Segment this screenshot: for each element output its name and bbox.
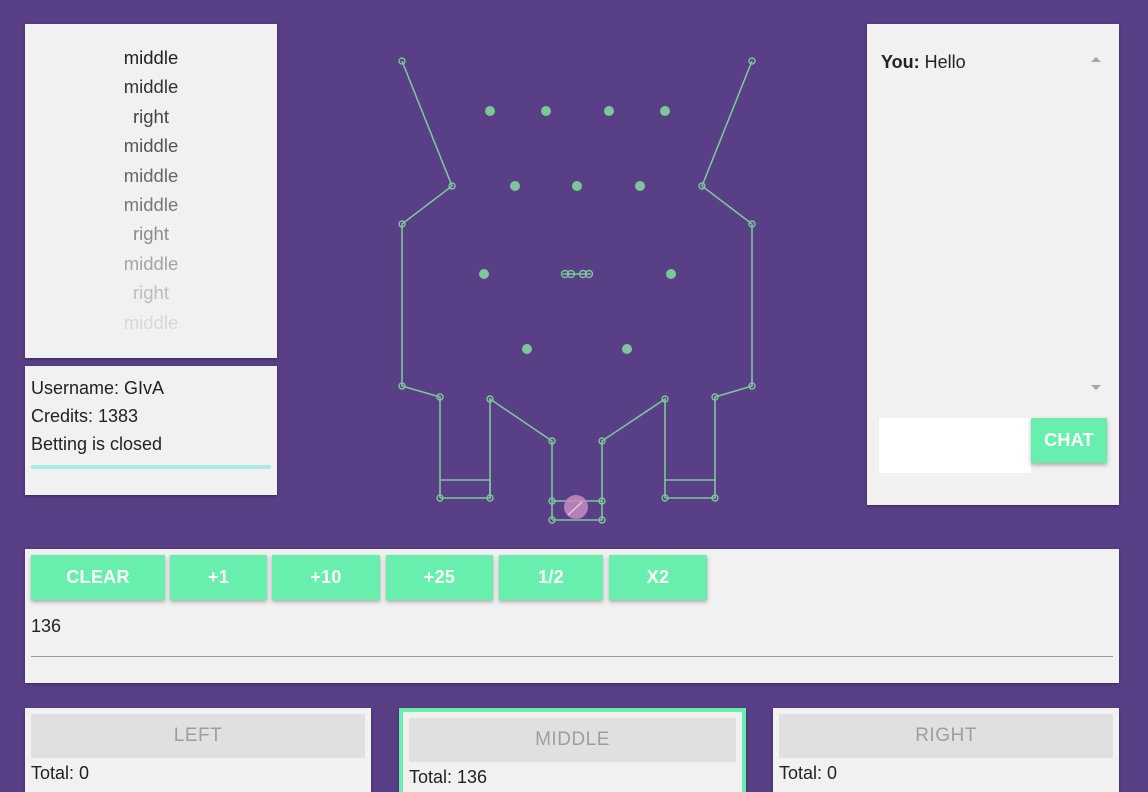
scroll-up-icon[interactable]	[1091, 57, 1101, 62]
progress-fill	[31, 465, 271, 469]
middle-total: Total: 136	[409, 767, 488, 787]
board-peg	[510, 181, 520, 191]
bet-amount-underline	[31, 656, 1113, 657]
result-history: middle middle right middle middle middle…	[25, 24, 277, 358]
username-label: Username: GIvA	[31, 378, 165, 398]
bet-middle-button[interactable]: MIDDLE	[409, 718, 736, 762]
board-peg	[522, 344, 532, 354]
board-wall-segment	[665, 60, 753, 499]
history-item: middle	[123, 135, 179, 157]
chat-send-button[interactable]: CHAT	[1031, 418, 1107, 463]
board-peg	[635, 181, 645, 191]
history-item: middle	[123, 164, 179, 186]
betting-progress-bar	[31, 465, 271, 469]
user-info-panel: Username: GIvA Credits: 1383 Betting is …	[25, 366, 277, 495]
add-1-button[interactable]: +1	[170, 555, 267, 600]
plinko-board	[398, 57, 756, 524]
board-peg	[479, 269, 489, 279]
bet-amount-field[interactable]: 136	[31, 616, 61, 637]
double-bet-button[interactable]: X2	[609, 555, 707, 600]
choice-right: RIGHT Total: 0	[773, 708, 1119, 792]
choice-left: LEFT Total: 0	[25, 708, 371, 792]
board-peg	[541, 106, 551, 116]
right-total: Total: 0	[779, 763, 838, 783]
bet-panel: CLEAR +1 +10 +25 1/2 X2 136	[25, 549, 1119, 683]
history-item: middle	[123, 47, 179, 68]
board-peg	[622, 344, 632, 354]
left-total: Total: 0	[31, 763, 90, 783]
history-item: right	[133, 223, 169, 245]
board-peg	[572, 181, 582, 191]
add-25-button[interactable]: +25	[386, 555, 493, 600]
choice-middle: MIDDLE Total: 136	[399, 708, 746, 792]
chat-message-text: Hello	[924, 52, 966, 72]
history-item: middle	[123, 76, 179, 98]
add-10-button[interactable]: +10	[272, 555, 380, 600]
clear-bet-button[interactable]: CLEAR	[31, 555, 165, 600]
history-item: right	[133, 105, 169, 127]
history-item: right	[133, 282, 169, 304]
board-wall-segment	[489, 397, 553, 520]
history-item: middle	[123, 193, 179, 215]
half-bet-button[interactable]: 1/2	[499, 555, 603, 600]
credits-label: Credits: 1383	[31, 406, 139, 426]
bet-left-button[interactable]: LEFT	[31, 714, 365, 758]
board-wall-segment	[401, 60, 453, 498]
scroll-down-icon[interactable]	[1091, 385, 1101, 390]
bet-right-button[interactable]: RIGHT	[779, 714, 1113, 758]
board-peg	[660, 106, 670, 116]
board-peg	[604, 106, 614, 116]
chat-message: You: Hello	[881, 52, 966, 73]
history-item: middle	[123, 252, 179, 274]
chat-input[interactable]	[879, 418, 1031, 473]
chat-panel: You: Hello CHAT	[867, 24, 1119, 505]
betting-status: Betting is closed	[31, 434, 163, 454]
chat-message-user: You:	[881, 52, 920, 72]
history-item: middle	[123, 311, 179, 333]
board-wall-segment	[440, 479, 491, 499]
board-peg	[485, 106, 495, 116]
board-peg	[666, 269, 676, 279]
